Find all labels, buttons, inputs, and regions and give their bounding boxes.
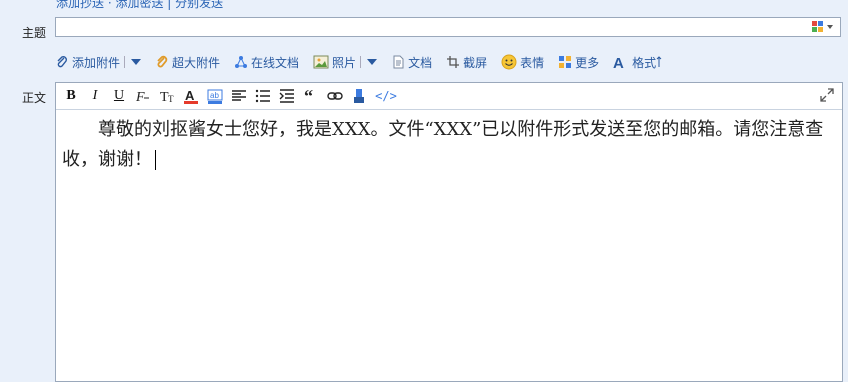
font-family-icon[interactable]: F	[134, 87, 152, 105]
subject-label: 主题	[21, 26, 46, 40]
list-icon[interactable]	[254, 87, 272, 105]
large-attachment-button[interactable]: 超大附件	[155, 54, 220, 71]
italic-icon[interactable]: I	[86, 87, 104, 105]
emoji-label: 表情	[520, 55, 545, 70]
format-label: 格式	[632, 55, 657, 70]
chevron-down-icon	[827, 25, 833, 29]
svg-text:T: T	[168, 94, 174, 104]
document-icon	[393, 55, 404, 69]
highlight-icon[interactable]: ab	[206, 87, 224, 105]
more-button[interactable]: 更多	[558, 54, 599, 71]
subject-input[interactable]	[56, 18, 808, 36]
photo-label: 照片	[332, 55, 357, 70]
color-grid-icon	[812, 21, 824, 33]
photo-button[interactable]: 照片	[313, 54, 378, 71]
font-color-icon[interactable]: A	[182, 87, 200, 105]
link-icon[interactable]	[326, 87, 344, 105]
doc-button[interactable]: 文档	[391, 54, 432, 71]
html-source-button[interactable]: </>	[374, 87, 398, 105]
subject-field[interactable]	[55, 17, 841, 37]
email-body[interactable]: 尊敬的刘抠酱女士您好，我是XXX。文件“XXX”已以附件形式发送至您的邮箱。请您…	[62, 115, 832, 175]
separator	[360, 56, 362, 68]
emoji-button[interactable]: 表情	[501, 54, 544, 71]
attachment-toolbar: 添加附件 超大附件 在线文档 照片 文档 截屏 表情 更多 A 格式	[55, 52, 679, 72]
large-attachment-label: 超大附件	[172, 55, 221, 70]
large-paperclip-icon	[157, 55, 168, 68]
photo-icon	[313, 55, 329, 69]
separator	[124, 56, 126, 68]
smiley-icon	[501, 54, 517, 70]
align-icon[interactable]	[230, 87, 248, 105]
svg-text:A: A	[185, 88, 195, 103]
more-grid-icon	[559, 56, 572, 68]
rich-text-editor[interactable]: B I U F TT A ab “ </> 尊敬的刘抠酱女士您好，我是XXX。文…	[55, 82, 843, 382]
paperclip-icon	[57, 56, 67, 68]
bold-icon[interactable]: B	[62, 87, 80, 105]
doc-label: 文档	[408, 55, 433, 70]
svg-text:“: “	[304, 88, 313, 104]
screenshot-button[interactable]: 截屏	[446, 54, 487, 71]
toggle-arrow-icon	[656, 56, 662, 67]
online-doc-label: 在线文档	[251, 55, 300, 70]
share-nodes-icon	[235, 56, 248, 68]
indent-icon[interactable]	[278, 87, 296, 105]
add-attachment-label: 添加附件	[72, 55, 121, 70]
chevron-down-icon[interactable]	[131, 59, 142, 65]
quote-icon[interactable]: “	[302, 87, 320, 105]
body-label: 正文	[21, 91, 46, 105]
chevron-down-icon[interactable]	[367, 59, 378, 65]
screenshot-label: 截屏	[463, 55, 488, 70]
font-format-icon: A	[613, 55, 624, 69]
svg-text:F: F	[135, 90, 145, 104]
editor-toolbar: B I U F TT A ab “ </>	[56, 83, 842, 110]
top-links[interactable]: 添加抄送 · 添加密送 | 分别发送	[56, 0, 223, 11]
underline-icon[interactable]: U	[110, 87, 128, 105]
svg-text:ab: ab	[210, 91, 219, 100]
subject-style-dropdown[interactable]	[812, 21, 836, 33]
clear-format-icon[interactable]	[350, 87, 368, 105]
expand-icon[interactable]	[820, 88, 834, 102]
format-button[interactable]: A 格式	[613, 54, 665, 71]
online-doc-button[interactable]: 在线文档	[234, 54, 299, 71]
body-text: 尊敬的刘抠酱女士您好，我是XXX。文件“XXX”已以附件形式发送至您的邮箱。请您…	[62, 119, 824, 170]
svg-text:A: A	[613, 55, 624, 69]
text-cursor	[155, 150, 156, 170]
screenshot-icon	[447, 56, 460, 68]
more-label: 更多	[575, 55, 600, 70]
add-attachment-button[interactable]: 添加附件	[55, 54, 142, 71]
font-size-icon[interactable]: TT	[158, 87, 176, 105]
